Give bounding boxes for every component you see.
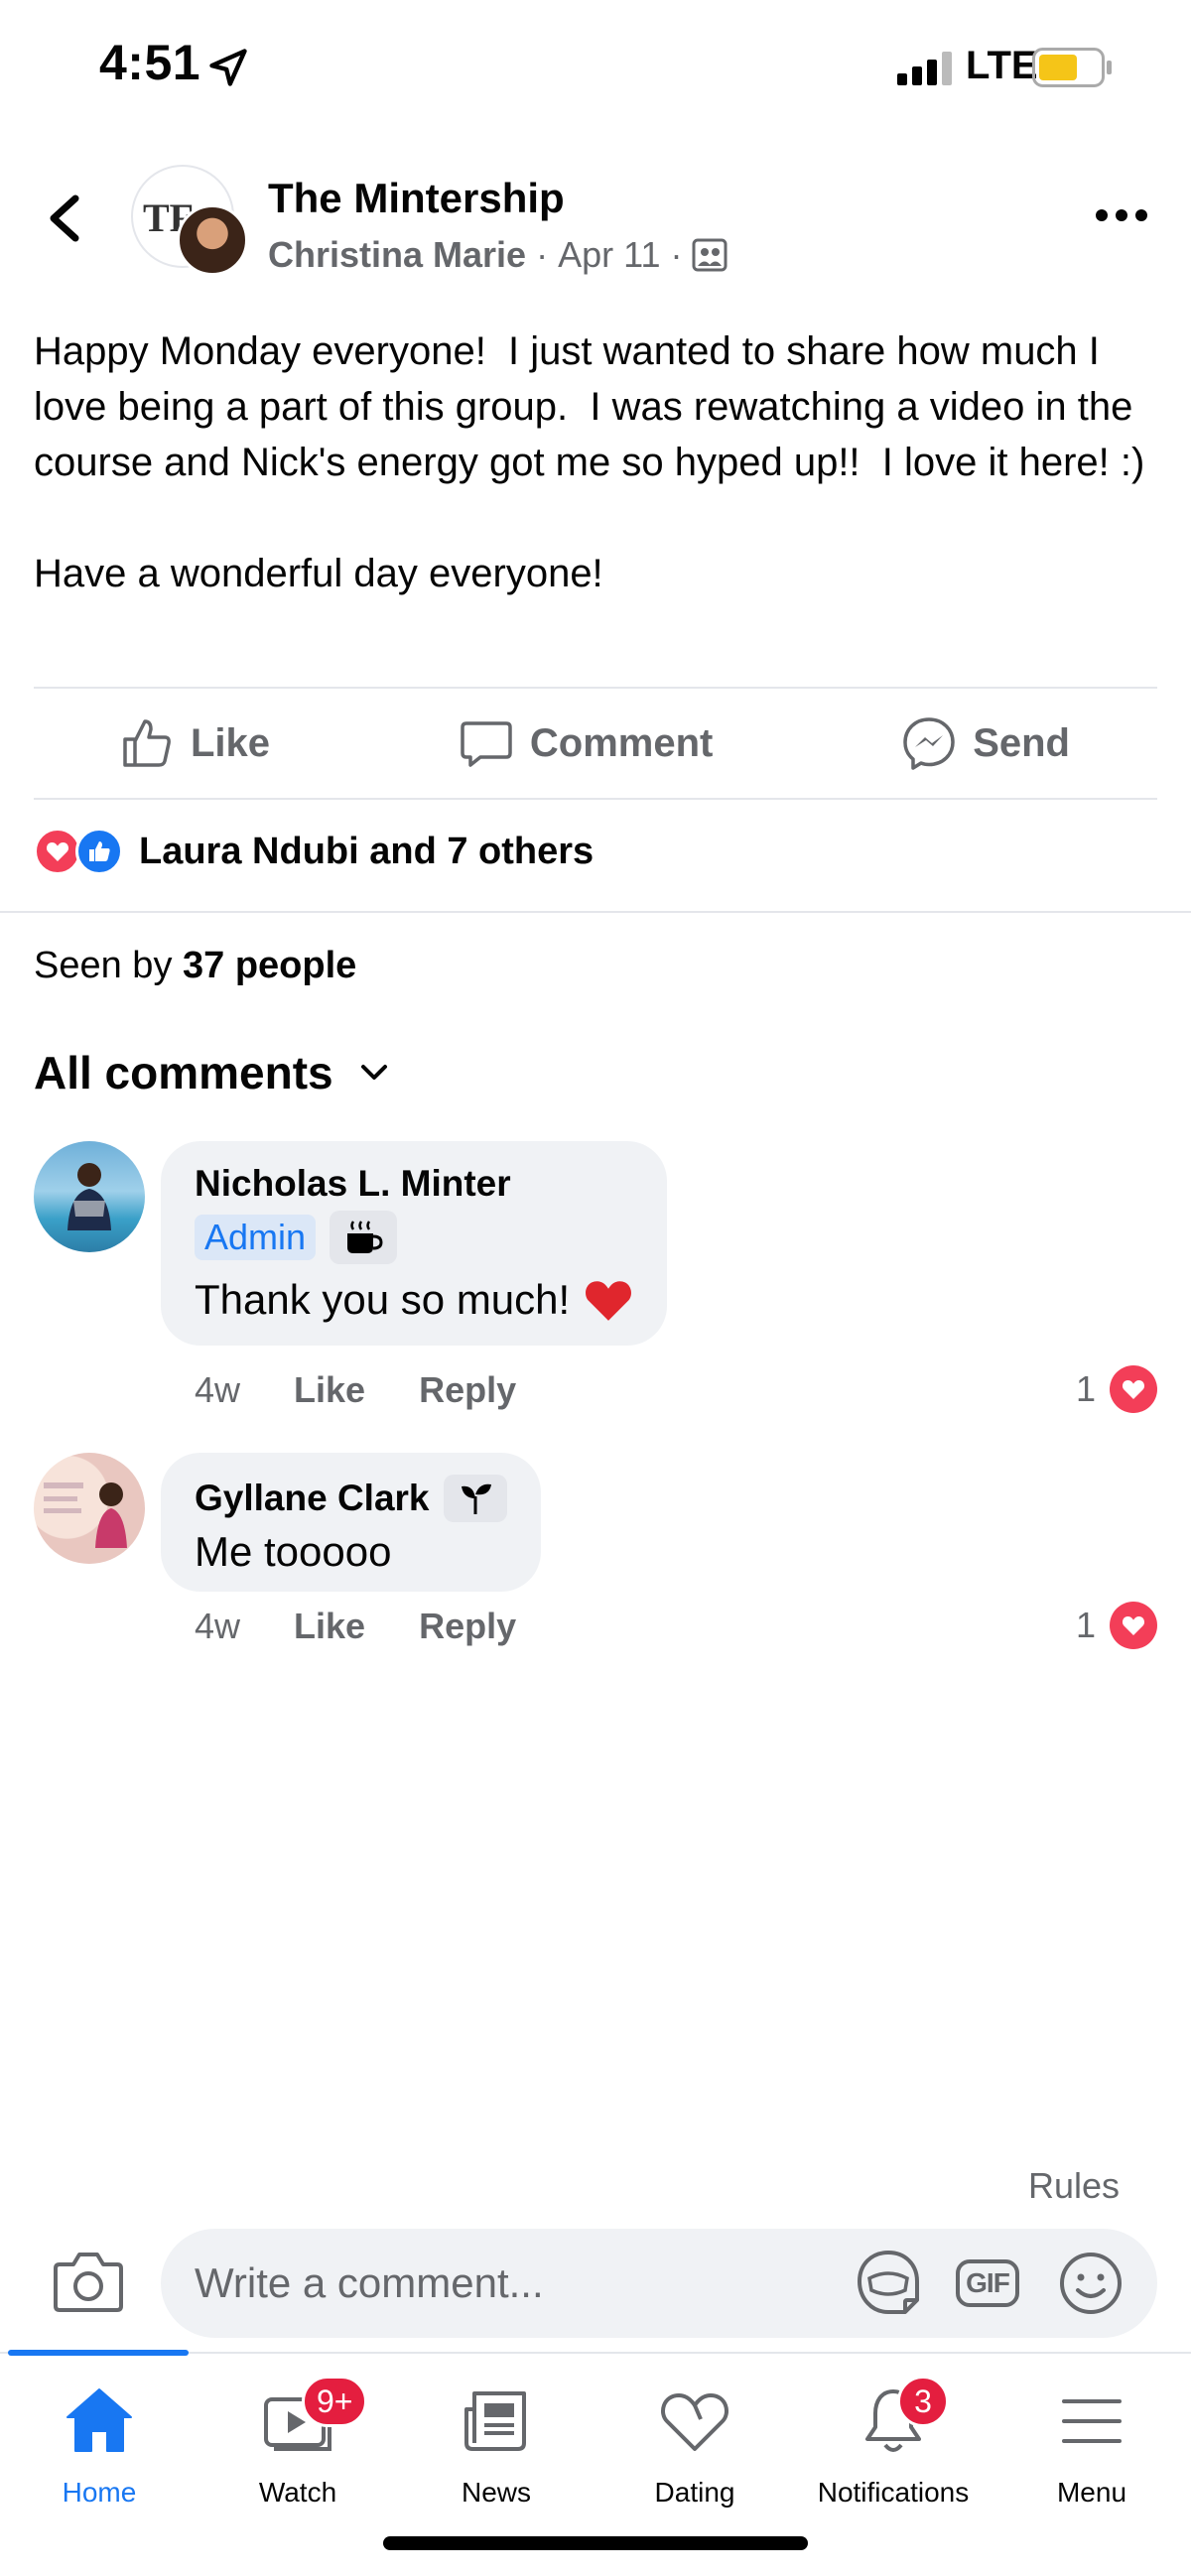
tab-menu[interactable]: Menu [992, 2383, 1191, 2509]
back-button[interactable] [40, 191, 91, 246]
reactions-summary[interactable]: Laura Ndubi and 7 others [34, 828, 594, 875]
comment-reply-button[interactable]: Reply [419, 1369, 516, 1411]
tab-dating[interactable]: Dating [596, 2383, 794, 2509]
commenter-avatar[interactable] [34, 1453, 145, 1564]
seen-by-count: 37 people [183, 945, 357, 986]
post-meta: Christina Marie · Apr 11 · [268, 234, 728, 276]
send-label: Send [973, 720, 1070, 765]
tab-label: Menu [1056, 2477, 1127, 2508]
comment-meta: 4w Like Reply [195, 1369, 516, 1411]
divider [34, 798, 1157, 800]
reaction-icons [34, 828, 125, 875]
network-type: LTE [966, 44, 1038, 87]
watch-badge: 9+ [302, 2376, 368, 2427]
tab-label: Notifications [817, 2477, 970, 2508]
like-reaction-icon [75, 828, 123, 875]
more-options-icon[interactable] [1092, 200, 1151, 230]
comment-label: Comment [529, 720, 714, 765]
admin-badge: Admin [195, 1215, 317, 1260]
thumbs-up-icon [123, 719, 171, 767]
status-bar: 4:51 LTE [0, 0, 1191, 139]
tab-notifications[interactable]: 3 Notifications [794, 2376, 992, 2509]
commenter-avatar[interactable] [34, 1141, 145, 1252]
tab-news[interactable]: News [397, 2383, 596, 2509]
red-heart-emoji-icon [586, 1281, 632, 1321]
comment-text: Thank you so much! [195, 1276, 571, 1323]
tab-label: News [461, 2477, 531, 2508]
comment-text: Me tooooo [195, 1528, 392, 1575]
love-reaction-icon [1110, 1365, 1157, 1413]
post-actions: Like Comment Send [34, 689, 1157, 798]
seen-by[interactable]: Seen by 37 people [34, 945, 356, 987]
like-label: Like [191, 720, 271, 765]
post-body: Happy Monday everyone! I just wanted to … [34, 323, 1165, 601]
love-reaction-icon [34, 828, 81, 875]
comments-sort-dropdown[interactable]: All comments [34, 1046, 391, 1099]
dating-icon [661, 2393, 728, 2451]
comment-reactions[interactable]: 1 [1076, 1602, 1157, 1649]
comment-icon [461, 721, 512, 767]
avatar-sticker-icon[interactable] [854, 2249, 923, 2318]
post-date[interactable]: Apr 11 [558, 234, 660, 276]
comment-button[interactable]: Comment [459, 715, 713, 771]
comment-bubble: Gyllane Clark Me tooooo [161, 1453, 541, 1592]
gif-label: GIF [956, 2259, 1019, 2307]
rules-link[interactable]: Rules [1028, 2165, 1120, 2207]
home-indicator [383, 2536, 808, 2550]
seen-by-prefix: Seen by [34, 945, 183, 986]
tab-label: Watch [258, 2477, 337, 2508]
tab-home[interactable]: Home [0, 2383, 198, 2509]
seedling-badge-icon [443, 1475, 507, 1522]
author-avatar[interactable] [177, 204, 248, 276]
comment-reaction-count: 1 [1075, 1605, 1096, 1645]
meta-separator: · [536, 234, 549, 275]
messenger-icon [903, 717, 955, 770]
gif-button[interactable]: GIF [953, 2249, 1022, 2318]
comment-reply-button[interactable]: Reply [419, 1606, 516, 1647]
coffee-badge-icon [330, 1211, 398, 1264]
post-author[interactable]: Christina Marie [268, 234, 526, 276]
active-tab-indicator [8, 2350, 189, 2356]
comment-time: 4w [195, 1606, 241, 1646]
comments-sort-label: All comments [34, 1047, 333, 1098]
notifications-badge: 3 [897, 2376, 949, 2427]
commenter-name[interactable]: Gyllane Clark [195, 1478, 430, 1519]
group-name[interactable]: The Mintership [268, 175, 565, 222]
cellular-signal-icon [897, 52, 952, 85]
battery-icon [1032, 48, 1112, 87]
comment-time: 4w [195, 1369, 241, 1410]
comment-reaction-count: 1 [1075, 1368, 1096, 1409]
tab-label: Home [62, 2477, 137, 2508]
camera-icon[interactable] [52, 2249, 125, 2314]
love-reaction-icon [1110, 1602, 1157, 1649]
post-paragraph: Have a wonderful day everyone! [34, 552, 603, 595]
location-arrow-icon [209, 49, 247, 86]
news-icon [464, 2391, 526, 2451]
comment-bubble: Nicholas L. Minter Admin Thank you so mu… [161, 1141, 668, 1346]
meta-separator: · [670, 234, 683, 275]
emoji-icon[interactable] [1056, 2249, 1125, 2318]
status-time: 4:51 [99, 35, 201, 90]
send-button[interactable]: Send [901, 715, 1070, 771]
divider [0, 911, 1191, 913]
group-members-icon [692, 238, 728, 272]
post-paragraph: Happy Monday everyone! I just wanted to … [34, 329, 1145, 484]
menu-icon [1062, 2399, 1122, 2443]
like-button[interactable]: Like [119, 715, 270, 771]
comment-like-button[interactable]: Like [294, 1606, 365, 1647]
home-icon [66, 2388, 132, 2452]
comment-meta: 4w Like Reply [195, 1606, 516, 1647]
comment-like-button[interactable]: Like [294, 1369, 365, 1411]
tab-label: Dating [654, 2477, 735, 2508]
reactions-text: Laura Ndubi and 7 others [139, 830, 595, 872]
comment-reactions[interactable]: 1 [1076, 1365, 1157, 1413]
tab-watch[interactable]: 9+ Watch [198, 2376, 397, 2509]
commenter-name[interactable]: Nicholas L. Minter [195, 1163, 511, 1205]
chevron-down-icon [360, 1065, 387, 1080]
